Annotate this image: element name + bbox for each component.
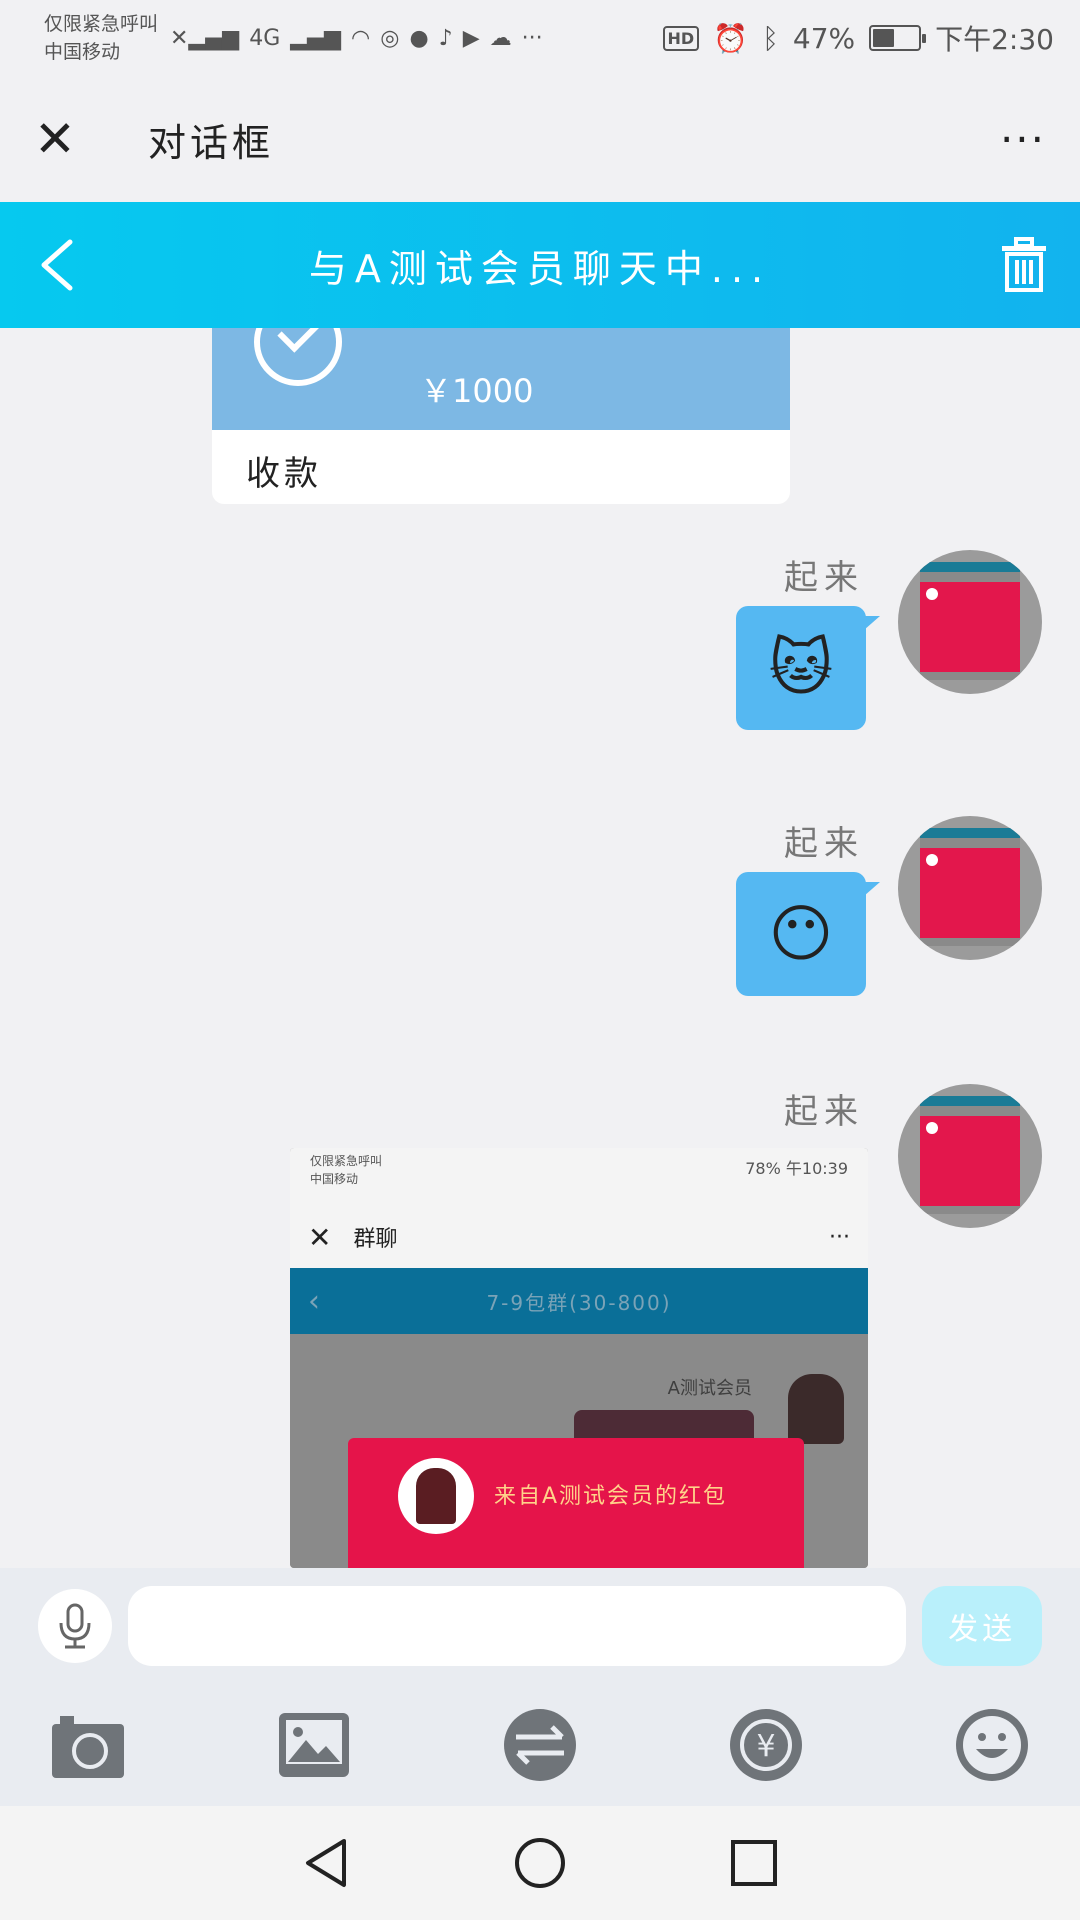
page-title: 对话框 (148, 120, 275, 165)
emoji-bubble[interactable]: 🐱 (736, 606, 880, 730)
shot-top-bar: ✕ 群聊 ··· (290, 1206, 868, 1268)
voice-button[interactable] (38, 1589, 112, 1663)
receipt-band: ￥1000 (212, 328, 790, 430)
shot-back-icon: ‹ (308, 1283, 322, 1319)
emoji-bubble[interactable]: 😶 (736, 872, 880, 996)
wifi-icon: ◠ (351, 25, 371, 51)
shot-red-packet-text: 来自A测试会员的红包 (494, 1484, 728, 1509)
silenced-face-emoji-icon: 😶 (768, 897, 834, 970)
camera-icon (52, 1716, 124, 1778)
more-menu-button[interactable]: ··· (1000, 115, 1046, 164)
chat-title: 与A测试会员聊天中... (308, 246, 772, 291)
emoji-icon (956, 1709, 1028, 1781)
image-icon (279, 1713, 349, 1777)
shot-title: 群聊 (353, 1227, 398, 1252)
shot-member-name: A测试会员 (667, 1378, 752, 1399)
shot-red-packet-avatar (398, 1458, 474, 1534)
back-arrow-icon[interactable] (30, 232, 90, 298)
cloud-icon: ☁ (489, 25, 512, 51)
send-button[interactable]: 发送 (922, 1586, 1042, 1666)
shot-status-right: 78% 午10:39 (745, 1159, 848, 1178)
shot-avatar (788, 1374, 844, 1444)
battery-icon (869, 25, 927, 51)
carrier-line1: 仅限紧急呼叫 (44, 13, 159, 35)
browser-icon: ◎ (380, 25, 400, 51)
nav-home-icon[interactable] (512, 1835, 568, 1891)
no-signal-icon: ✕▂▄▆ (170, 25, 240, 51)
close-icon[interactable]: ✕ (34, 114, 94, 164)
camera-button[interactable] (50, 1707, 126, 1783)
shot-body: A测试会员 来自A测试会员的红包 (290, 1334, 868, 1568)
sender-name: 起来 (784, 824, 864, 864)
carrier-line2: 中国移动 (44, 41, 121, 63)
alarm-icon: ⏰ (713, 21, 749, 55)
receipt-amount: ￥1000 (420, 372, 534, 410)
currency-exchange-button[interactable]: ¥ (728, 1707, 804, 1783)
trash-icon[interactable] (998, 236, 1050, 294)
tiktok-icon: ♪ (438, 25, 453, 51)
avatar[interactable] (898, 550, 1042, 694)
shot-group-name: 7-9包群(30-800) (486, 1290, 672, 1315)
status-bar: 仅限紧急呼叫 中国移动 ✕▂▄▆ 4G ▂▄▆ ◠ ◎ ● ♪ ▶ ☁ ··· … (0, 0, 1080, 76)
avatar[interactable] (898, 816, 1042, 960)
nav-back-icon[interactable] (300, 1835, 352, 1891)
emoji-button[interactable] (954, 1707, 1030, 1783)
shot-close-icon: ✕ (308, 1220, 332, 1254)
shot-more-icon: ··· (829, 1224, 850, 1250)
app-top-bar: ✕ 对话框 ··· (0, 76, 1080, 202)
hd-icon: HD (662, 25, 700, 51)
carrier-info: 仅限紧急呼叫 中国移动 (44, 10, 158, 66)
nav-recents-icon[interactable] (728, 1837, 780, 1889)
clock: 下午2:30 (935, 23, 1054, 56)
cat-emoji-icon: 🐱 (768, 631, 834, 704)
chat-header: 与A测试会员聊天中... (0, 202, 1080, 328)
shot-status-bar: 仅限紧急呼叫 中国移动 78% 午10:39 (290, 1148, 868, 1206)
image-button[interactable] (276, 1707, 352, 1783)
message-icon: ● (409, 25, 429, 51)
sender-name: 起来 (784, 1092, 864, 1132)
status-right: HD ⏰ ᛒ 47% 下午2:30 (662, 18, 1054, 58)
shot-chat-header: ‹ 7-9包群(30-800) (290, 1268, 868, 1334)
status-icons: ✕▂▄▆ 4G ▂▄▆ ◠ ◎ ● ♪ ▶ ☁ ··· (170, 26, 543, 51)
attachment-toolbar: ¥ (0, 1684, 1080, 1806)
system-nav-bar (0, 1806, 1080, 1920)
svg-text:¥: ¥ (756, 1729, 775, 1764)
payment-receipt-card[interactable]: ￥1000 收款 (212, 328, 790, 504)
music-app-icon: ▶ (462, 25, 480, 51)
shot-red-packet: 来自A测试会员的红包 (348, 1438, 804, 1568)
avatar[interactable] (898, 1084, 1042, 1228)
image-message-screenshot[interactable]: 仅限紧急呼叫 中国移动 78% 午10:39 ✕ 群聊 ··· ‹ 7-9包群(… (290, 1148, 868, 1568)
check-circle-icon (254, 328, 342, 386)
yuan-exchange-icon: ¥ (730, 1709, 802, 1781)
bluetooth-icon: ᛒ (762, 21, 779, 55)
message-list[interactable]: ￥1000 收款 起来 🐱 起来 😶 起来 仅限紧急呼叫 中国移动 78% 午1… (0, 328, 1080, 1568)
network-type: 4G (249, 25, 281, 51)
transfer-icon (504, 1709, 576, 1781)
receipt-label: 收款 (246, 454, 322, 494)
signal-icon: ▂▄▆ (290, 25, 342, 51)
transfer-button[interactable] (502, 1707, 578, 1783)
message-input[interactable] (127, 1586, 907, 1666)
battery-text: 47% (792, 21, 856, 55)
more-notifications-icon: ··· (521, 25, 543, 51)
input-bar: 发送 (0, 1568, 1080, 1684)
sender-name: 起来 (784, 558, 864, 598)
microphone-icon (59, 1603, 91, 1649)
